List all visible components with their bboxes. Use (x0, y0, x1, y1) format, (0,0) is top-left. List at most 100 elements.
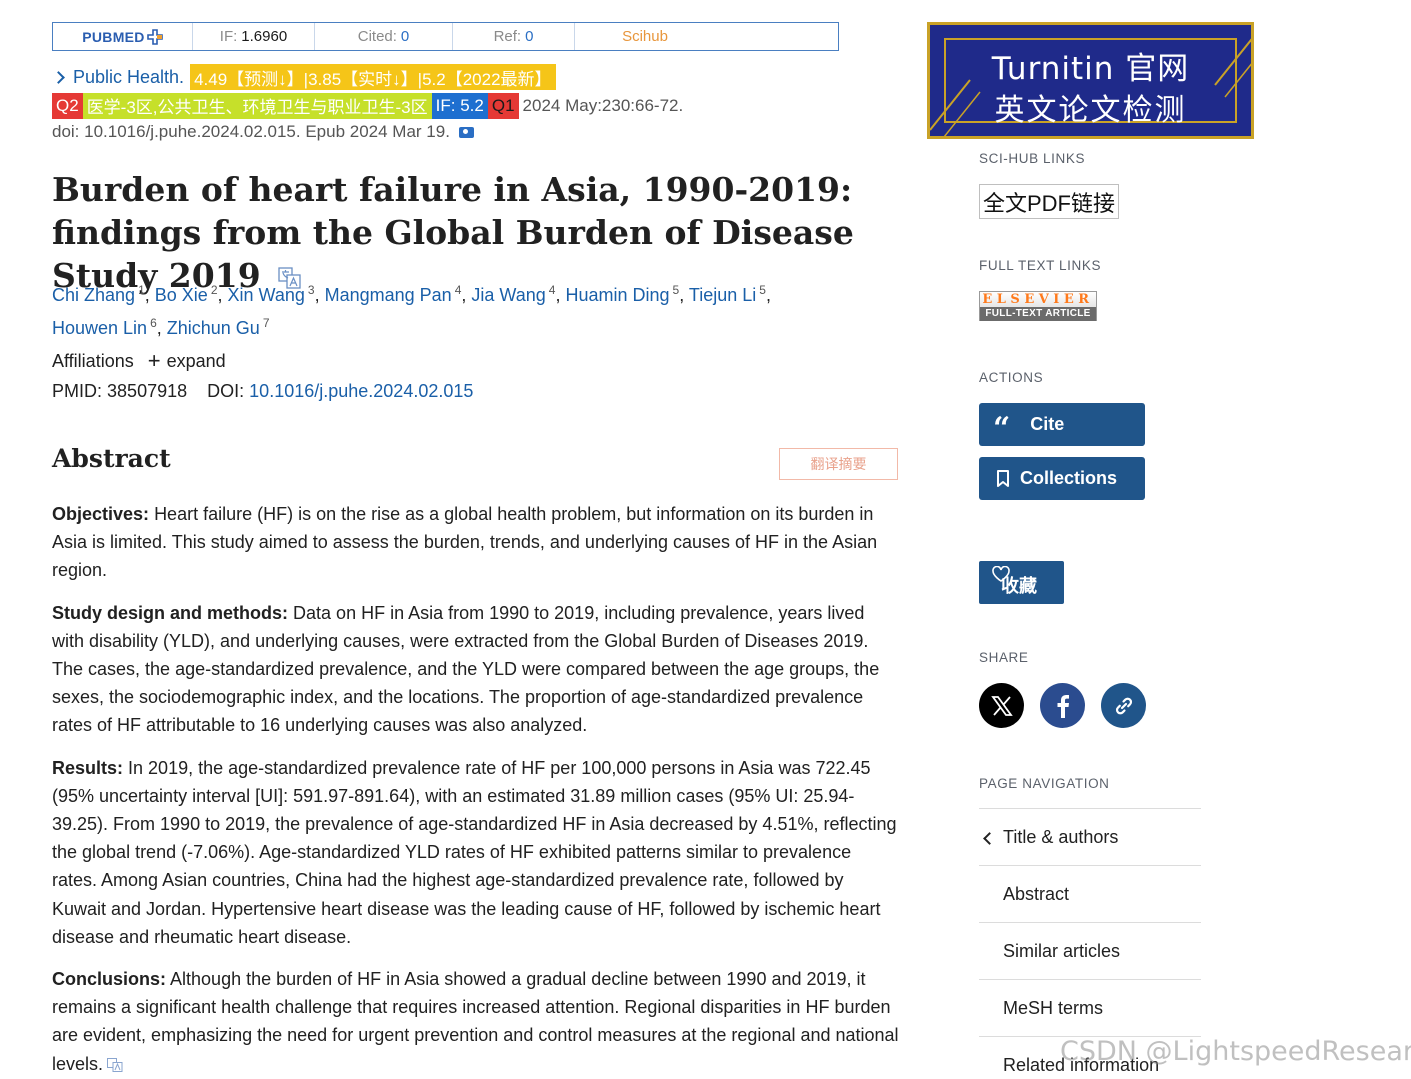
journal-line: Public Health. 4.49【预测↓】|3.85【实时↓】|5.2【2… (52, 64, 556, 90)
actions-heading: ACTIONS (979, 370, 1044, 385)
doi-epub-line: doi: 10.1016/j.puhe.2024.02.015. Epub 20… (52, 122, 474, 142)
author-affiliation-number[interactable]: 2 (211, 283, 218, 297)
cited-cell[interactable]: Cited: 0 (315, 23, 453, 50)
affiliations-label: Affiliations (52, 350, 134, 371)
pmid-label: PMID: (52, 381, 103, 401)
ref-value: 0 (525, 28, 534, 45)
link-icon (1115, 697, 1132, 714)
author-link[interactable]: Jia Wang (471, 285, 545, 305)
cite-button-label: Cite (1030, 414, 1065, 434)
share-x-button[interactable] (979, 683, 1024, 728)
nav-item-label: Similar articles (1003, 940, 1121, 961)
turnitin-ad-banner[interactable]: Turnitin 官网 英文论文检测 (927, 22, 1254, 139)
citation-date: 2024 May:230:66-72. (522, 95, 684, 115)
translate-abstract-button[interactable]: 翻译摘要 (779, 448, 898, 480)
journal-metrics-bar: PUBMED IF: 1.6960 Cited: 0 Ref: 0 Scihub (52, 22, 839, 51)
abstract-heading: Abstract (52, 444, 171, 473)
favorite-button[interactable]: 收藏 (979, 561, 1064, 604)
section-label: Objectives: (52, 504, 150, 524)
journal-badges: Q2 医学-3区,公共卫生、环境卫生与职业卫生-3区 IF: 5.2 Q1 20… (52, 92, 683, 119)
abstract-methods: Study design and methods: Data on HF in … (52, 599, 900, 740)
chevron-right-icon[interactable] (52, 70, 65, 84)
if-badge: IF: 5.2 (431, 92, 488, 119)
doi-label: DOI: (207, 381, 245, 401)
author-link[interactable]: Mangmang Pan (325, 285, 452, 305)
pdf-link-button[interactable]: 全文PDF链接 (979, 184, 1119, 219)
author-link[interactable]: Xin Wang (228, 285, 305, 305)
page-navigation-heading: PAGE NAVIGATION (979, 776, 1110, 791)
cited-value: 0 (400, 28, 410, 45)
author-affiliation-number[interactable]: 1 (138, 283, 145, 297)
cite-button[interactable]: “ Cite (979, 403, 1145, 446)
author-affiliation-number[interactable]: 3 (308, 283, 315, 297)
author-affiliation-number[interactable]: 4 (549, 283, 556, 297)
share-permalink-button[interactable] (1101, 683, 1146, 728)
abstract-conclusions: Conclusions: Although the burden of HF i… (52, 965, 900, 1078)
ref-label: Ref: (493, 28, 522, 45)
pubmed-logo[interactable]: PUBMED (53, 23, 193, 50)
identifiers-row: PMID: 38507918 DOI: 10.1016/j.puhe.2024.… (52, 381, 473, 402)
full-text-links-heading: FULL TEXT LINKS (979, 258, 1102, 273)
elsevier-logo-text: ELSEVIER (980, 292, 1096, 307)
ad-line-2: 英文论文检测 (994, 93, 1187, 128)
nav-item-label: Title & authors (1003, 826, 1119, 847)
abstract-body: Objectives: Heart failure (HF) is on the… (52, 500, 900, 1079)
author-link[interactable]: Zhichun Gu (167, 318, 260, 338)
expand-affiliations-button[interactable]: + expand (148, 350, 226, 372)
scihub-links-heading: SCI-HUB LINKS (979, 151, 1086, 166)
nav-item-mesh-terms[interactable]: MeSH terms (979, 979, 1201, 1036)
doi-epub-text: doi: 10.1016/j.puhe.2024.02.015. Epub 20… (52, 122, 450, 141)
author-list: Chi Zhang 1, Bo Xie 2, Xin Wang 3, Mangmang… (52, 283, 771, 338)
heart-icon (992, 566, 1010, 582)
nav-item-abstract[interactable]: Abstract (979, 865, 1201, 922)
if-label: IF: (219, 28, 238, 45)
elsevier-full-text-link[interactable]: ELSEVIER FULL-TEXT ARTICLE (979, 291, 1097, 321)
author-link[interactable]: Bo Xie (155, 285, 208, 305)
ref-cell[interactable]: Ref: 0 (453, 23, 575, 50)
category-badge: 医学-3区,公共卫生、环境卫生与职业卫生-3区 (82, 92, 432, 119)
abstract-results: Results: In 2019, the age-standardized p… (52, 754, 900, 951)
facebook-icon (1057, 694, 1069, 718)
translate-icon[interactable] (107, 1057, 123, 1072)
quote-icon: “ (993, 410, 1011, 446)
abstract-objectives: Objectives: Heart failure (HF) is on the… (52, 500, 900, 585)
impact-factor-cell: IF: 1.6960 (193, 23, 315, 50)
share-heading: SHARE (979, 650, 1029, 665)
camera-icon[interactable] (458, 126, 474, 138)
collections-button-label: Collections (1020, 468, 1118, 488)
nav-item-label: Abstract (1003, 883, 1070, 904)
if-value: 1.6960 (241, 28, 288, 45)
share-facebook-button[interactable] (1040, 683, 1085, 728)
author-affiliation-number[interactable]: 7 (263, 316, 270, 330)
journal-name-link[interactable]: Public Health. (73, 67, 184, 88)
section-label: Conclusions: (52, 969, 167, 990)
nav-item-title-authors[interactable]: Title & authors (979, 808, 1201, 865)
author-affiliation-number[interactable]: 5 (673, 283, 680, 297)
section-label: Results: (52, 757, 124, 778)
journal-ranking-tag: 4.49【预测↓】|3.85【实时↓】|5.2【2022最新】 (190, 64, 556, 90)
nav-item-label: MeSH terms (1003, 997, 1104, 1018)
author-affiliation-number[interactable]: 6 (150, 316, 157, 330)
author-link[interactable]: Huamin Ding (565, 285, 669, 305)
expand-label: expand (166, 350, 226, 371)
author-affiliation-number[interactable]: 4 (455, 283, 462, 297)
author-link[interactable]: Tiejun Li (689, 285, 756, 305)
collections-button[interactable]: Collections (979, 457, 1145, 500)
q1-badge: Q1 (487, 92, 519, 119)
scihub-link[interactable]: Scihub (575, 23, 715, 50)
author-link[interactable]: Chi Zhang (52, 285, 135, 305)
elsevier-full-text-label: FULL-TEXT ARTICLE (980, 307, 1096, 321)
ad-line-1: Turnitin 官网 (991, 51, 1190, 87)
doi-link[interactable]: 10.1016/j.puhe.2024.02.015 (249, 381, 473, 401)
author-affiliation-number[interactable]: 5 (759, 283, 766, 297)
chevron-left-icon (983, 832, 996, 845)
section-text: Although the burden of HF in Asia showed… (52, 969, 899, 1074)
section-text: In 2019, the age-standardized prevalence… (52, 757, 897, 947)
nav-item-similar-articles[interactable]: Similar articles (979, 922, 1201, 979)
author-link[interactable]: Houwen Lin (52, 318, 147, 338)
bookmark-icon (997, 469, 1009, 487)
section-label: Study design and methods: (52, 602, 289, 623)
section-text: Heart failure (HF) is on the rise as a g… (52, 504, 878, 581)
x-logo-icon (990, 695, 1013, 716)
cited-label: Cited: (357, 28, 397, 45)
